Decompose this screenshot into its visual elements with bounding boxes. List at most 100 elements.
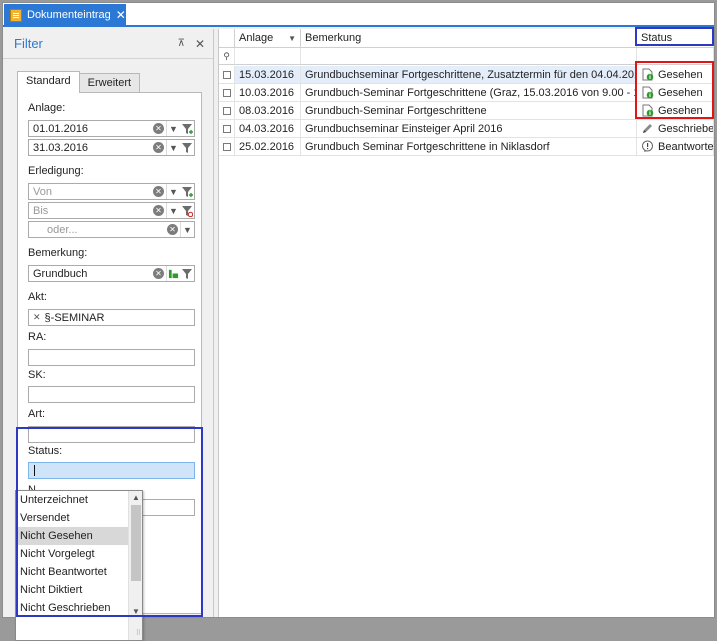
clear-icon[interactable]: ✕ bbox=[153, 186, 164, 197]
table-row[interactable]: 15.03.2016 Grundbuchseminar Fortgeschrit… bbox=[219, 66, 714, 84]
app-window: Dokumenteintrag ✕ Filter ⊼ ✕ Standard Er… bbox=[2, 2, 715, 641]
close-tab-icon[interactable]: ✕ bbox=[116, 8, 126, 22]
cell-bemerkung[interactable]: Grundbuch-Seminar Fortgeschrittene bbox=[301, 102, 637, 119]
chevron-down-icon[interactable]: ▼ bbox=[166, 184, 180, 199]
column-header-bemerkung[interactable]: Bemerkung bbox=[301, 29, 637, 47]
cell-status[interactable]: Geschrieben bbox=[637, 120, 714, 137]
filter-cell-anlage[interactable] bbox=[235, 48, 301, 64]
akt-label: Akt: bbox=[28, 291, 47, 303]
cell-status[interactable]: Gesehen bbox=[637, 102, 714, 119]
erledigung-or-placeholder: oder... bbox=[47, 223, 78, 236]
grid-filter-row: ⚲ bbox=[219, 48, 714, 65]
anlage-to-field[interactable]: 31.03.2016 ✕ ▼ bbox=[28, 139, 195, 156]
column-header-status[interactable]: Status bbox=[637, 29, 714, 47]
grid-rows: 15.03.2016 Grundbuchseminar Fortgeschrit… bbox=[219, 66, 714, 156]
status-input[interactable] bbox=[28, 462, 195, 479]
anlage-to-value: 31.03.2016 bbox=[33, 141, 89, 154]
dropdown-option[interactable]: Nicht Vorgelegt bbox=[16, 545, 128, 563]
chevron-down-icon[interactable]: ▼ bbox=[166, 140, 180, 155]
pin-icon[interactable]: ⊼ bbox=[178, 38, 185, 49]
erledigung-or-field[interactable]: oder... ✕ ▼ bbox=[28, 221, 195, 238]
cell-status[interactable]: Beantwortet bbox=[637, 138, 714, 155]
table-row[interactable]: 08.03.2016 Grundbuch-Seminar Fortgeschri… bbox=[219, 102, 714, 120]
art-field[interactable] bbox=[28, 426, 195, 443]
cell-status[interactable]: Gesehen bbox=[637, 66, 714, 83]
table-row[interactable]: 25.02.2016 Grundbuch Seminar Fortgeschri… bbox=[219, 138, 714, 156]
clear-icon[interactable]: ✕ bbox=[153, 123, 164, 134]
row-checkbox-cell[interactable] bbox=[219, 102, 235, 119]
cell-anlage[interactable]: 08.03.2016 bbox=[235, 102, 301, 119]
filter-title: Filter bbox=[14, 36, 43, 51]
chevron-down-icon[interactable]: ▼ bbox=[180, 222, 194, 237]
dropdown-scrollbar[interactable]: ▲ ▼ bbox=[128, 491, 142, 640]
filter-cell-status[interactable] bbox=[637, 48, 714, 64]
sort-desc-icon[interactable]: ▼ bbox=[288, 34, 296, 43]
filter-header: Filter ⊼ ✕ bbox=[3, 29, 213, 59]
filter-cell-bemerkung[interactable] bbox=[301, 48, 637, 64]
tab-erweitert[interactable]: Erweitert bbox=[78, 73, 141, 93]
dropdown-option[interactable]: Unterzeichnet bbox=[16, 491, 128, 509]
akt-chip[interactable]: ✕ §-SEMINAR bbox=[29, 312, 104, 324]
cell-anlage[interactable]: 04.03.2016 bbox=[235, 120, 301, 137]
chevron-down-icon[interactable]: ▼ bbox=[129, 607, 142, 616]
filter-icon[interactable] bbox=[180, 266, 194, 281]
scroll-up-icon[interactable]: ▲ bbox=[129, 493, 142, 502]
akt-field[interactable]: ✕ §-SEMINAR bbox=[28, 309, 195, 326]
cell-status-label: Gesehen bbox=[658, 86, 703, 99]
scrollbar-thumb[interactable] bbox=[131, 505, 141, 581]
sk-field[interactable] bbox=[28, 386, 195, 403]
art-label: Art: bbox=[28, 408, 46, 420]
column-header-anlage[interactable]: Anlage ▼ bbox=[235, 29, 301, 47]
filter-green-icon[interactable] bbox=[180, 121, 194, 136]
bemerkung-field[interactable]: Grundbuch ✕ bbox=[28, 265, 195, 282]
pencil-icon bbox=[643, 124, 652, 133]
cell-bemerkung[interactable]: Grundbuchseminar Einsteiger April 2016 bbox=[301, 120, 637, 137]
chart-icon[interactable] bbox=[166, 266, 180, 281]
cell-anlage[interactable]: 15.03.2016 bbox=[235, 66, 301, 83]
dropdown-option[interactable]: Nicht Geschrieben bbox=[16, 599, 128, 617]
erledigung-from-placeholder: Von bbox=[33, 185, 52, 198]
status-dropdown[interactable]: Unterzeichnet Versendet Nicht Gesehen Ni… bbox=[15, 490, 143, 641]
close-panel-icon[interactable]: ✕ bbox=[195, 37, 205, 51]
chevron-down-icon[interactable]: ▼ bbox=[166, 121, 180, 136]
cell-bemerkung[interactable]: Grundbuchseminar Fortgeschrittene, Zusat… bbox=[301, 66, 637, 83]
ra-field[interactable] bbox=[28, 349, 195, 366]
dropdown-option-highlighted[interactable]: Nicht Gesehen bbox=[16, 527, 128, 545]
tab-standard[interactable]: Standard bbox=[17, 71, 80, 93]
filter-red-icon[interactable] bbox=[180, 203, 194, 218]
cell-anlage[interactable]: 10.03.2016 bbox=[235, 84, 301, 101]
row-checkbox-cell[interactable] bbox=[219, 120, 235, 137]
row-checkbox-cell[interactable] bbox=[219, 138, 235, 155]
dropdown-option[interactable]: Nicht Beantwortet bbox=[16, 563, 128, 581]
dropdown-option[interactable]: Versendet bbox=[16, 509, 128, 527]
document-tab[interactable]: Dokumenteintrag ✕ bbox=[4, 4, 126, 26]
cell-status[interactable]: Gesehen bbox=[637, 84, 714, 101]
row-checkbox-cell[interactable] bbox=[219, 66, 235, 83]
resize-grip-icon[interactable]: ⠿ bbox=[131, 629, 141, 639]
row-checkbox-cell[interactable] bbox=[219, 84, 235, 101]
clear-icon[interactable]: ✕ bbox=[167, 224, 178, 235]
clear-icon[interactable]: ✕ bbox=[153, 142, 164, 153]
cell-bemerkung[interactable]: Grundbuch Seminar Fortgeschrittene in Ni… bbox=[301, 138, 637, 155]
remove-chip-icon[interactable]: ✕ bbox=[33, 312, 41, 323]
row-checkbox[interactable] bbox=[222, 142, 231, 151]
erledigung-to-field[interactable]: Bis ✕ ▼ bbox=[28, 202, 195, 219]
row-checkbox[interactable] bbox=[222, 88, 231, 97]
filter-icon[interactable] bbox=[180, 140, 194, 155]
clear-icon[interactable]: ✕ bbox=[153, 268, 164, 279]
anlage-from-field[interactable]: 01.01.2016 ✕ ▼ bbox=[28, 120, 195, 137]
filter-tabs: Standard Erweitert bbox=[17, 71, 141, 93]
clear-icon[interactable]: ✕ bbox=[153, 205, 164, 216]
filter-green-icon[interactable] bbox=[180, 184, 194, 199]
row-checkbox[interactable] bbox=[222, 106, 231, 115]
table-row[interactable]: 10.03.2016 Grundbuch-Seminar Fortgeschri… bbox=[219, 84, 714, 102]
erledigung-from-field[interactable]: Von ✕ ▼ bbox=[28, 183, 195, 200]
row-checkbox[interactable] bbox=[222, 70, 231, 79]
cell-anlage[interactable]: 25.02.2016 bbox=[235, 138, 301, 155]
dropdown-option[interactable]: Nicht Diktiert bbox=[16, 581, 128, 599]
table-row[interactable]: 04.03.2016 Grundbuchseminar Einsteiger A… bbox=[219, 120, 714, 138]
chevron-down-icon[interactable]: ▼ bbox=[166, 203, 180, 218]
row-checkbox[interactable] bbox=[222, 124, 231, 133]
cell-bemerkung[interactable]: Grundbuch-Seminar Fortgeschrittene (Graz… bbox=[301, 84, 637, 101]
akt-chip-label: §-SEMINAR bbox=[44, 311, 105, 324]
